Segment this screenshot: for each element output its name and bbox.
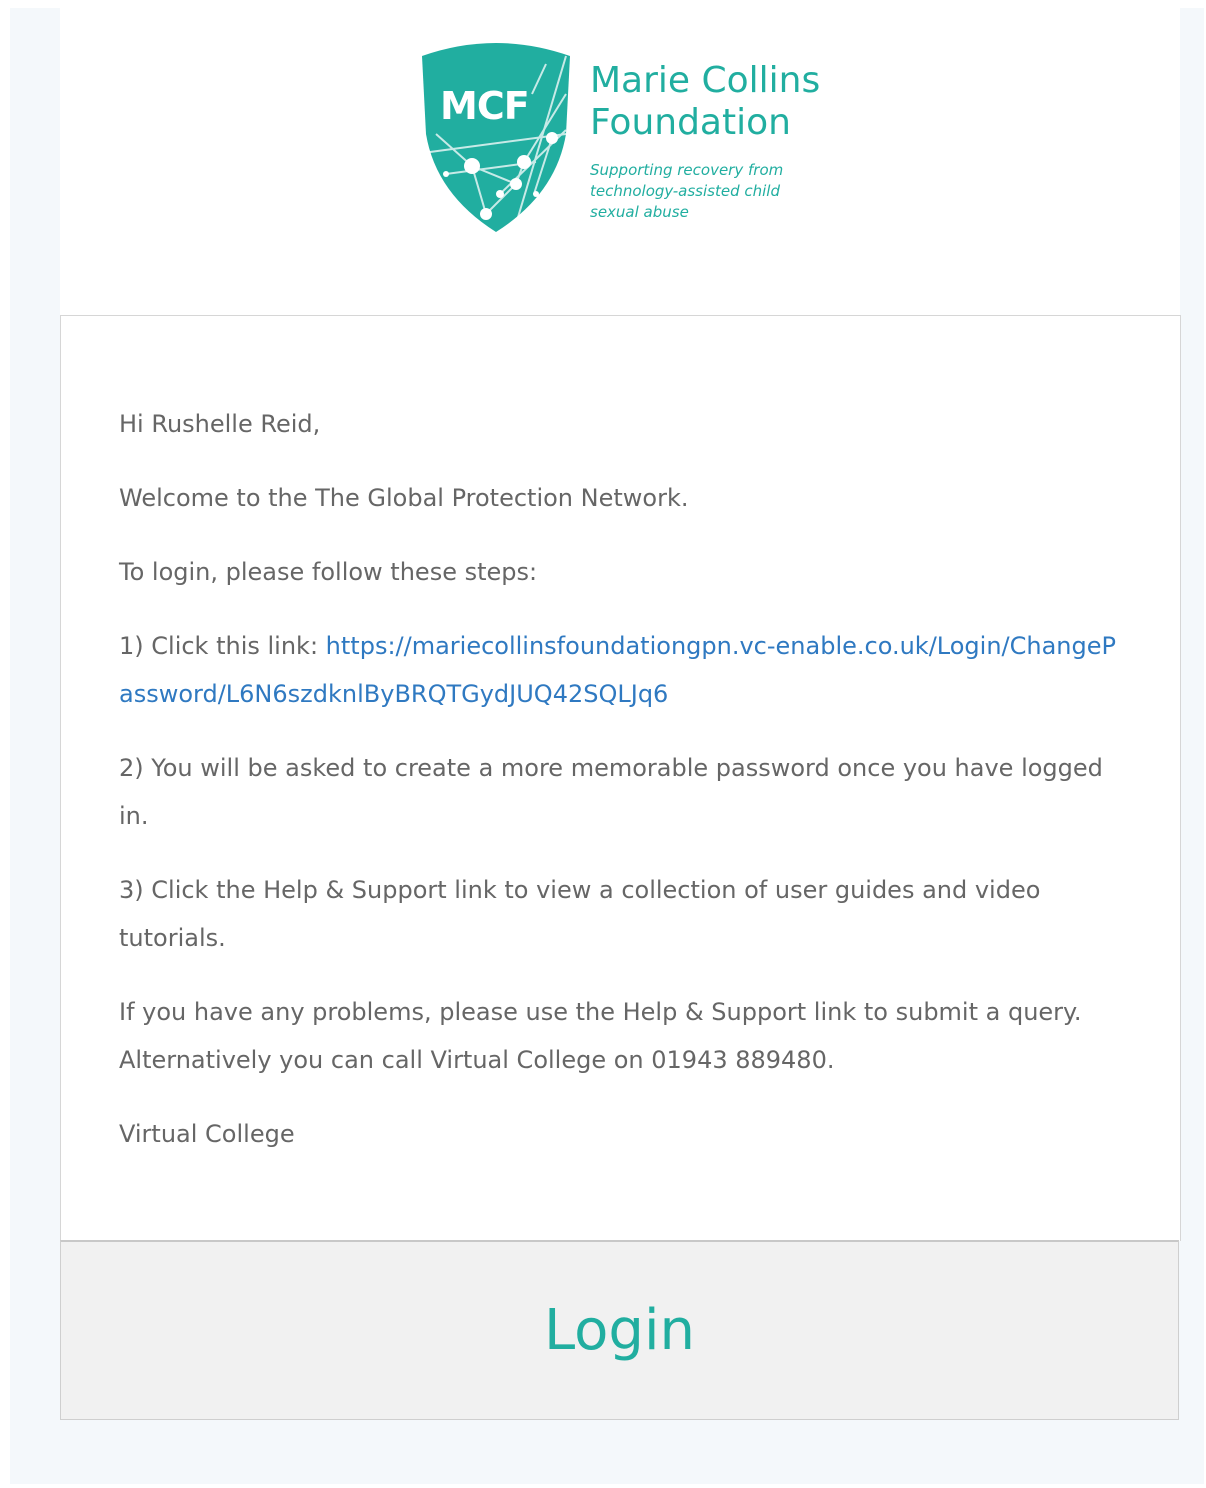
- mcf-logo: MCF Marie Collins Foundation Supporting …: [416, 34, 836, 234]
- step-2: 2) You will be asked to create a more me…: [119, 754, 1103, 830]
- login-button[interactable]: Login: [61, 1242, 1178, 1419]
- email-body: Hi Rushelle Reid, Welcome to the The Glo…: [119, 400, 1119, 1184]
- step-1: 1) Click this link: https://mariecollins…: [119, 622, 1119, 718]
- step-1-prefix: 1) Click this link:: [119, 632, 326, 660]
- logo-initials: MCF: [440, 84, 530, 128]
- step-3: 3) Click the Help & Support link to view…: [119, 876, 1041, 952]
- logo-name-line1: Marie Collins: [590, 60, 821, 101]
- logo-name: Marie Collins Foundation: [590, 60, 850, 144]
- email-card: Hi Rushelle Reid, Welcome to the The Glo…: [60, 315, 1181, 1241]
- logo-tagline-line2: technology-assisted child: [590, 182, 780, 200]
- problems-text: If you have any problems, please use the…: [119, 998, 1082, 1074]
- email-footer: Login: [60, 1240, 1179, 1420]
- logo-tagline: Supporting recovery from technology-assi…: [590, 160, 830, 223]
- email-page: MCF Marie Collins Foundation Supporting …: [0, 0, 1206, 1488]
- greeting: Hi Rushelle Reid,: [119, 410, 321, 438]
- logo-tagline-line1: Supporting recovery from: [590, 161, 784, 179]
- signature: Virtual College: [119, 1120, 295, 1148]
- logo-name-line2: Foundation: [590, 102, 791, 143]
- email-header: MCF Marie Collins Foundation Supporting …: [60, 8, 1180, 315]
- welcome-text: Welcome to the The Global Protection Net…: [119, 484, 689, 512]
- logo-tagline-line3: sexual abuse: [590, 203, 689, 221]
- intro-text: To login, please follow these steps:: [119, 558, 538, 586]
- mcf-shield-icon: [422, 43, 570, 232]
